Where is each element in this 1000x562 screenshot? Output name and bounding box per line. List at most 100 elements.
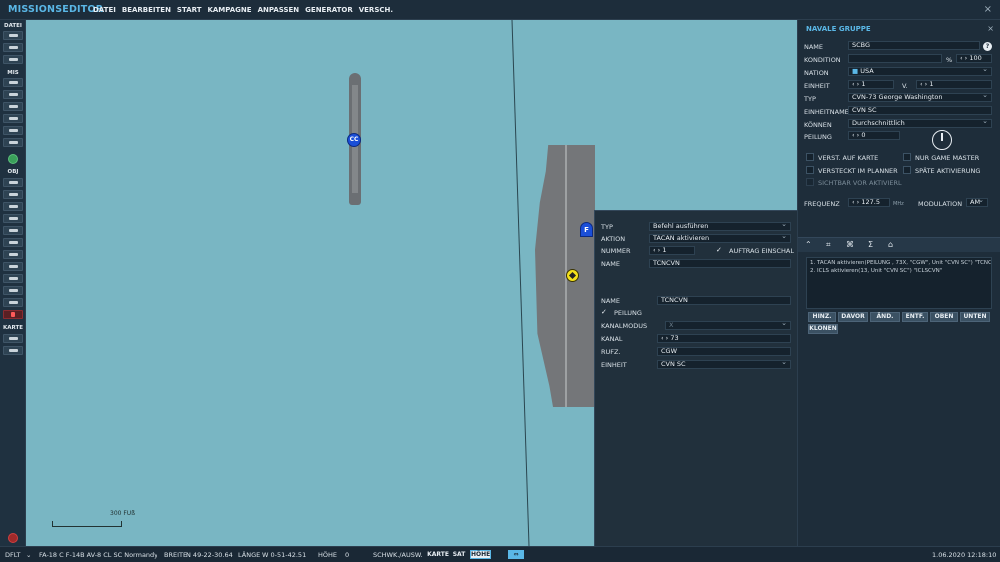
unit-type-select[interactable]: CVN-73 George Washington <box>848 93 992 102</box>
add-template-button[interactable] <box>3 238 23 247</box>
add-target-button[interactable] <box>3 274 23 283</box>
group-icon <box>9 289 18 292</box>
heading-stepper[interactable]: ‹ › 0 <box>848 131 900 140</box>
add-helicopter-button[interactable] <box>3 190 23 199</box>
group-name-input[interactable]: SCBG <box>848 41 980 50</box>
map-mode-sat-button[interactable]: SAT <box>450 550 468 559</box>
map-measure-button[interactable] <box>3 346 23 355</box>
menu-versch[interactable]: VERSCH. <box>359 6 393 14</box>
spaete-checkbox[interactable] <box>903 166 911 174</box>
close-icon[interactable]: × <box>987 24 994 33</box>
new-file-button[interactable] <box>3 31 23 40</box>
tab-advanced-waypoint-icon[interactable]: ⌘ <box>846 240 854 249</box>
action-list[interactable]: 1. TACAN aktivieren(PEILUNG , 73X, "CGW"… <box>806 257 992 309</box>
menu-bearbeiten[interactable]: BEARBEITEN <box>122 6 171 14</box>
unit-of-label: V. <box>902 82 908 90</box>
triggers-button[interactable] <box>3 102 23 111</box>
add-static-button[interactable] <box>3 226 23 235</box>
target-icon <box>9 117 18 120</box>
add-zone-button[interactable] <box>3 250 23 259</box>
help-icon[interactable]: ? <box>983 42 992 51</box>
task-typ-select[interactable]: Befehl ausführen <box>649 222 791 231</box>
kanalmodus-select[interactable]: X <box>665 321 791 330</box>
tacan-name-input[interactable]: TCNCVN <box>657 296 791 305</box>
shapes-button[interactable] <box>3 298 23 307</box>
toolbar-section-karte: KARTE <box>2 325 23 331</box>
modulation-select[interactable]: AM <box>966 198 988 207</box>
save-file-button[interactable] <box>3 55 23 64</box>
waypoint-marker[interactable] <box>566 269 579 282</box>
delete-action-button[interactable]: ENTF. <box>902 312 928 322</box>
task-aktion-select[interactable]: TACAN aktivieren <box>649 234 791 243</box>
kondition-value: 100 <box>969 54 982 62</box>
tab-triggered-actions-icon[interactable]: ⌗ <box>826 240 831 250</box>
map-mode-karte-button[interactable]: KARTE <box>427 550 449 559</box>
kondition-stepper[interactable]: ‹ › 100 <box>956 54 992 63</box>
map-mode-hoehe-button[interactable]: HÖHE <box>470 550 491 559</box>
nation-select[interactable]: ■ USA <box>848 67 992 76</box>
resources-button[interactable] <box>3 126 23 135</box>
mission-briefing-button[interactable] <box>3 78 23 87</box>
menu-kampagne[interactable]: KAMPAGNE <box>207 6 251 14</box>
tab-summary-icon[interactable]: Σ <box>868 240 873 249</box>
unit-total-stepper[interactable]: ‹ › 1 <box>916 80 992 89</box>
tab-payload-icon[interactable]: ⌂ <box>888 240 893 249</box>
open-file-button[interactable] <box>3 43 23 52</box>
goals-button[interactable] <box>3 114 23 123</box>
add-vehicle-button[interactable] <box>3 214 23 223</box>
add-action-button[interactable]: HINZ. <box>808 312 836 322</box>
tab-route-icon[interactable]: ⌃ <box>805 240 812 249</box>
move-up-button[interactable]: OBEN <box>930 312 958 322</box>
panel-tabs: ⌃ ⌗ ⌘ Σ ⌂ <box>798 237 1000 252</box>
peilung-label: PEILUNG <box>614 309 642 317</box>
menu-datei[interactable]: DATEI <box>93 6 116 14</box>
heading-compass-icon[interactable] <box>932 130 952 150</box>
ruler-toggle-icon[interactable]: ⇔ <box>508 550 524 559</box>
kanal-stepper[interactable]: ‹ › 73 <box>657 334 791 343</box>
unit-index-stepper[interactable]: ‹ › 1 <box>848 80 894 89</box>
list-item[interactable]: 1. TACAN aktivieren(PEILUNG , 73X, "CGW"… <box>807 258 991 266</box>
f-unit-marker[interactable]: F <box>580 222 593 237</box>
helicopter-icon <box>9 193 18 196</box>
verst-checkbox[interactable] <box>806 153 814 161</box>
menu-generator[interactable]: GENERATOR <box>305 6 353 14</box>
frequency-stepper[interactable]: ‹ › 127.5 <box>848 198 890 207</box>
unit-name-input[interactable]: CVN SC <box>848 106 992 115</box>
sichtbar-checkbox[interactable] <box>806 178 814 186</box>
add-group-button[interactable] <box>3 286 23 295</box>
menu-anpassen[interactable]: ANPASSEN <box>258 6 300 14</box>
list-item[interactable]: 2. ICLS aktivieren(13, Unit "CVN SC") "I… <box>807 266 991 274</box>
einheit-select[interactable]: CVN SC <box>657 360 791 369</box>
auftrag-checkbox[interactable]: ✓ <box>716 247 723 254</box>
coalition-icon[interactable] <box>8 154 18 164</box>
task-nummer-stepper[interactable]: ‹ › 1 <box>649 246 695 255</box>
map-key-button[interactable] <box>3 334 23 343</box>
delete-icon <box>11 312 15 317</box>
menu-start[interactable]: START <box>177 6 202 14</box>
insert-before-button[interactable]: DAVOR <box>838 312 868 322</box>
add-ship-button[interactable] <box>3 202 23 211</box>
peilung-checkbox[interactable]: ✓ <box>601 309 608 316</box>
task-name-input[interactable]: TCNCVN <box>649 259 791 268</box>
rufz-input[interactable]: CGW <box>657 347 791 356</box>
add-plane-button[interactable] <box>3 178 23 187</box>
edit-action-button[interactable]: ÄND. <box>870 312 900 322</box>
move-down-button[interactable]: UNTEN <box>960 312 990 322</box>
profile-dropdown-icon[interactable]: ⌄ <box>26 551 31 559</box>
heading-value: 0 <box>861 131 866 139</box>
close-icon[interactable]: × <box>984 4 992 15</box>
rp-typ-label: TYP <box>804 95 816 103</box>
mission-check-button[interactable] <box>3 138 23 147</box>
auftrag-label: AUFTRAG EINSCHAL <box>729 247 794 255</box>
zone-icon <box>9 253 18 256</box>
weather-button[interactable] <box>3 90 23 99</box>
versteckt-checkbox[interactable] <box>806 166 814 174</box>
cc-unit-marker[interactable]: CC <box>347 133 361 147</box>
nur-gm-checkbox[interactable] <box>903 153 911 161</box>
delete-button[interactable] <box>3 310 23 319</box>
map-center-icon[interactable] <box>8 533 18 543</box>
add-waypoint-button[interactable] <box>3 262 23 271</box>
kondition-slider[interactable] <box>848 54 942 63</box>
clone-action-button[interactable]: KLONEN <box>808 324 838 334</box>
skill-select[interactable]: Durchschnittlich <box>848 119 992 128</box>
